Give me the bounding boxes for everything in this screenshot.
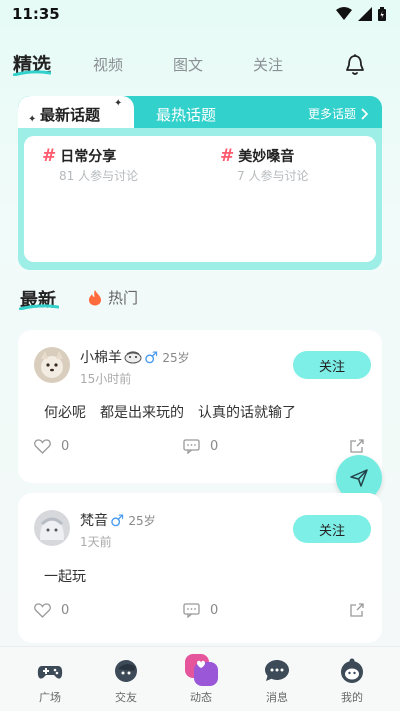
nav-item-profile[interactable]: 我的 (322, 647, 382, 711)
comment-button[interactable]: 0 (183, 439, 218, 454)
male-icon: ♂ (144, 347, 159, 367)
more-topics-label: 更多话题 (307, 107, 356, 121)
like-count: 0 (61, 439, 70, 454)
tab-image-text[interactable]: 图文 (173, 54, 203, 75)
heart-icon (34, 603, 51, 618)
section-underline (19, 304, 59, 310)
hot-label: 热门 (108, 289, 139, 307)
username[interactable]: 小棉羊 ♂ 25岁 (80, 347, 190, 367)
battery-icon (378, 7, 386, 21)
message-icon (265, 660, 289, 681)
comment-icon (183, 603, 200, 618)
comment-count: 0 (210, 603, 219, 618)
avatar[interactable] (34, 510, 70, 546)
status-icons (336, 7, 386, 21)
sparkle-icon: ✦ (114, 98, 123, 109)
nav-label: 交友 (115, 691, 137, 704)
tab-video[interactable]: 视频 (93, 54, 123, 75)
profile-icon (341, 658, 363, 683)
comment-button[interactable]: 0 (183, 603, 218, 618)
nav-item-friends[interactable]: 交友 (96, 647, 156, 711)
share-icon[interactable] (349, 602, 365, 618)
follow-button[interactable]: 关注 (293, 351, 371, 379)
hash-icon: # (220, 146, 235, 166)
like-button[interactable]: 0 (34, 439, 69, 454)
top-tabs: 精选 视频 图文 关注 (0, 48, 400, 82)
nav-label: 动态 (190, 691, 212, 704)
status-bar: 11:35 (0, 0, 400, 28)
comment-count: 0 (210, 439, 219, 454)
bottom-nav: 广场 交友 动态 消息 我的 (0, 646, 400, 711)
post-text: 何必呢 都是出来玩的 认真的话就输了 (44, 405, 296, 421)
username-text: 梵音 (80, 513, 108, 529)
post-time: 1天前 (80, 535, 112, 549)
hash-icon: # (42, 146, 57, 166)
tab-hot-topics[interactable]: 最热话题 (156, 104, 216, 125)
gamepad-icon (37, 666, 63, 679)
nav-label: 我的 (341, 691, 363, 704)
fire-icon (89, 290, 101, 306)
section-tab-hot[interactable]: 热门 (88, 287, 138, 308)
friend-icon (115, 660, 137, 682)
username-text: 小棉羊 (80, 350, 122, 366)
nav-item-messages[interactable]: 消息 (247, 647, 307, 711)
username[interactable]: 梵音 ♂ 25岁 (80, 510, 156, 530)
age-text: 25岁 (162, 350, 190, 365)
topic-item[interactable]: # 日常分享 81 人参与讨论 (42, 146, 138, 184)
signal-icon (358, 7, 372, 21)
topic-item[interactable]: # 美妙嗓音 7 人参与讨论 (220, 146, 308, 184)
post-text: 一起玩 (44, 569, 86, 585)
more-topics-link[interactable]: 更多话题 (308, 105, 368, 122)
post-time: 15小时前 (80, 372, 132, 386)
send-icon (350, 469, 368, 487)
heart-icon (34, 439, 51, 454)
topic-count: 7 人参与讨论 (237, 169, 309, 183)
post-card[interactable]: 梵音 ♂ 25岁 1天前 关注 一起玩 0 0 (18, 493, 382, 643)
like-count: 0 (61, 603, 70, 618)
topic-count: 81 人参与讨论 (59, 169, 139, 183)
nav-label: 广场 (39, 691, 61, 704)
like-button[interactable]: 0 (34, 603, 69, 618)
post-card[interactable]: 小棉羊 ♂ 25岁 15小时前 关注 何必呢 都是出来玩的 认真的话就输了 0 … (18, 330, 382, 483)
nav-item-moments[interactable]: 动态 (171, 647, 231, 711)
topic-name: 日常分享 (60, 149, 117, 165)
status-time: 11:35 (12, 5, 60, 23)
age-text: 25岁 (128, 513, 156, 528)
male-icon: ♂ (110, 510, 125, 530)
share-icon[interactable] (349, 438, 365, 454)
sheep-emoji-icon (124, 351, 142, 364)
comment-icon (183, 439, 200, 454)
nav-label: 消息 (266, 691, 288, 704)
nav-item-square[interactable]: 广场 (20, 647, 80, 711)
follow-button[interactable]: 关注 (293, 515, 371, 543)
topic-name: 美妙嗓音 (238, 149, 295, 165)
avatar[interactable] (34, 347, 70, 383)
chevron-right-icon (361, 107, 368, 120)
tab-underline (13, 70, 51, 76)
latest-topics-label: 最新话题 (40, 106, 101, 124)
wifi-icon (336, 7, 352, 20)
tab-following[interactable]: 关注 (253, 54, 283, 75)
moments-icon (185, 654, 218, 686)
sparkle-icon: ✦ (28, 114, 37, 125)
topic-list: # 日常分享 81 人参与讨论 # 美妙嗓音 7 人参与讨论 (24, 136, 376, 262)
tab-latest-topics[interactable]: ✦ 最新话题 ✦ (18, 96, 134, 128)
bell-icon[interactable] (344, 53, 366, 77)
topic-card: ✦ 最新话题 ✦ 最热话题 更多话题 # 日常分享 81 人参与讨论 # 美妙嗓音 … (18, 96, 382, 270)
